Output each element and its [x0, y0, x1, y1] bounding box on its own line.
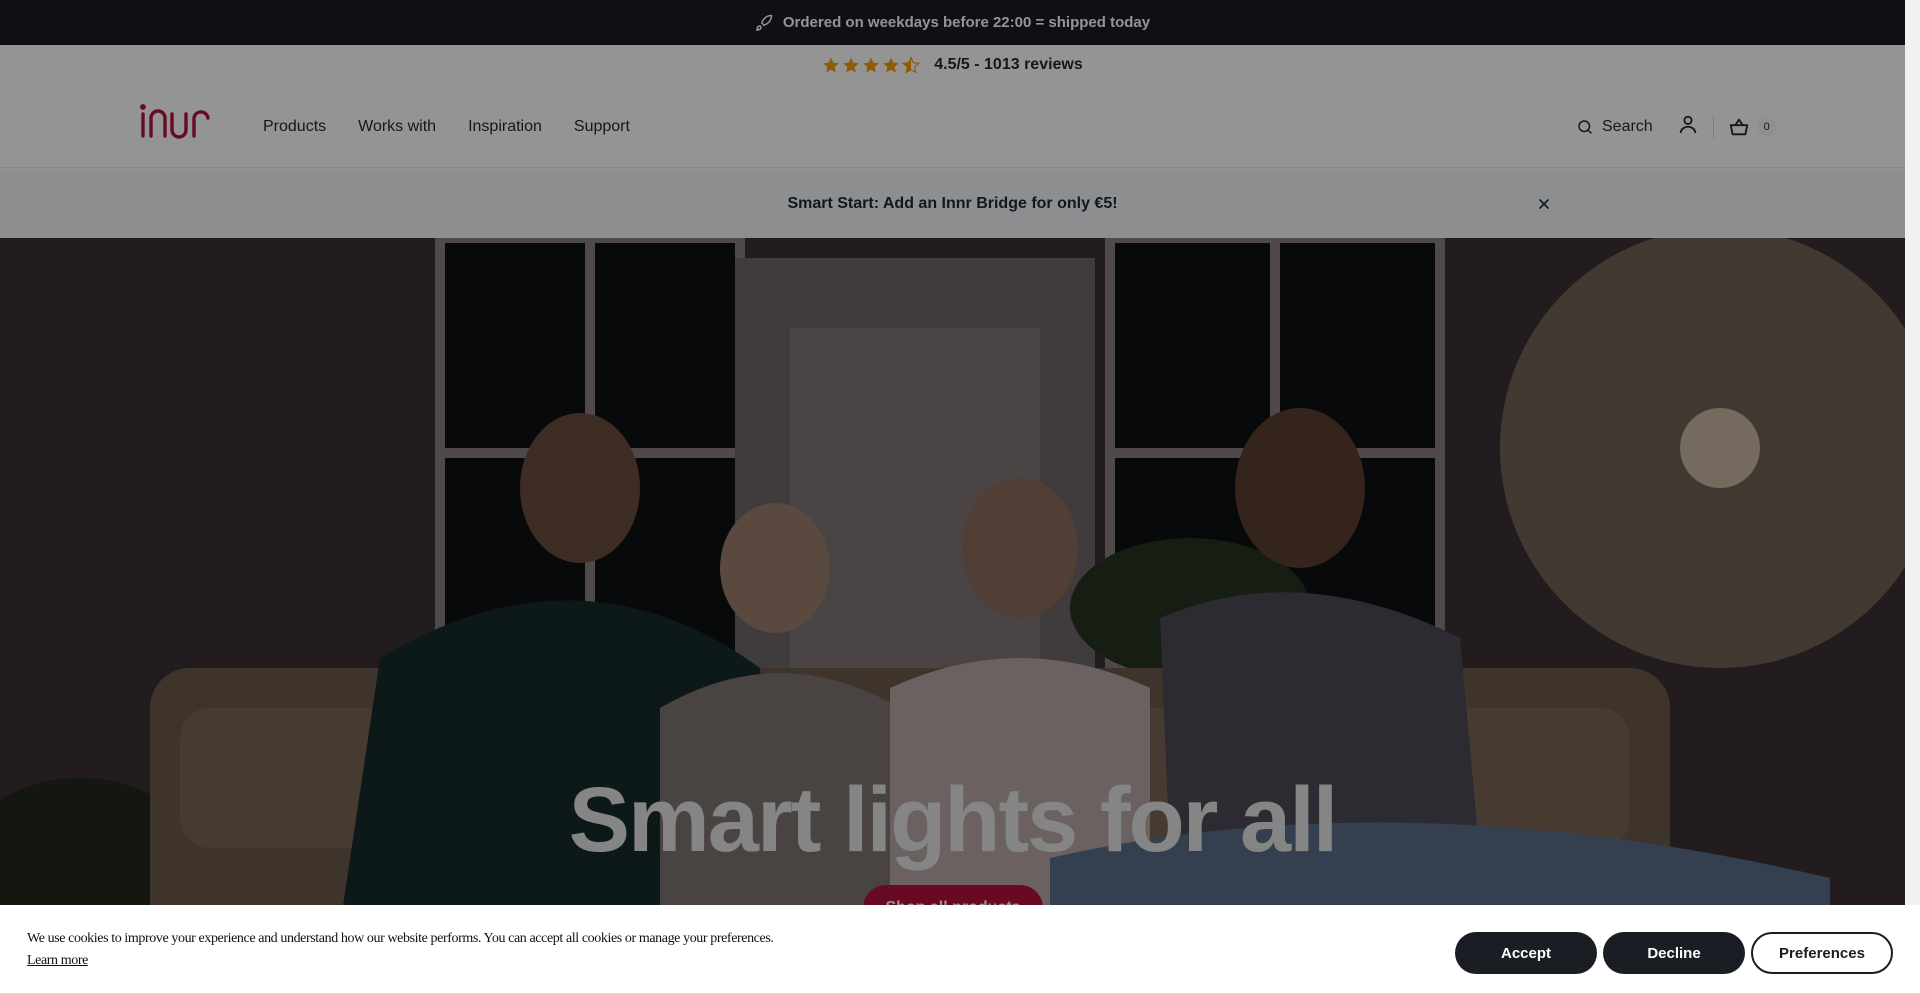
nav-works-with[interactable]: Works with — [358, 118, 436, 136]
basket-icon — [1729, 118, 1748, 135]
search-icon — [1578, 119, 1592, 134]
rating-bar[interactable]: 4.5/5 - 1013 reviews — [0, 45, 1905, 85]
promo-bar: Smart Start: Add an Innr Bridge for only… — [0, 169, 1905, 239]
user-icon — [1679, 115, 1696, 134]
main-nav: Products Works with Inspiration Support — [263, 85, 630, 168]
star-icon — [863, 57, 880, 73]
decline-button[interactable]: Decline — [1603, 932, 1745, 974]
search-label: Search — [1602, 117, 1653, 135]
promo-text[interactable]: Smart Start: Add an Innr Bridge for only… — [787, 195, 1117, 213]
learn-more-link[interactable]: Learn more — [27, 953, 88, 969]
star-icon — [823, 57, 840, 73]
hero-image — [0, 238, 1905, 993]
innr-logo[interactable] — [139, 104, 215, 140]
star-icon — [843, 57, 860, 73]
account-button[interactable] — [1677, 113, 1699, 140]
star-icon — [883, 57, 900, 73]
accept-button[interactable]: Accept — [1455, 932, 1597, 974]
nav-support[interactable]: Support — [574, 118, 630, 136]
site-header: Products Works with Inspiration Support … — [0, 85, 1905, 168]
hero-title: Smart lights for all — [568, 769, 1339, 871]
preferences-button[interactable]: Preferences — [1751, 932, 1893, 974]
nav-inspiration[interactable]: Inspiration — [468, 118, 542, 136]
rating-stars — [822, 56, 921, 74]
cookie-banner: We use cookies to improve your experienc… — [0, 905, 1920, 993]
close-icon[interactable] — [1536, 196, 1552, 212]
search-button[interactable]: Search — [1576, 118, 1653, 136]
cart-count-badge: 0 — [1757, 117, 1776, 136]
scrollbar[interactable] — [1905, 0, 1920, 993]
cookie-message: We use cookies to improve your experienc… — [27, 931, 774, 946]
star-half-icon — [902, 56, 921, 74]
nav-products[interactable]: Products — [263, 118, 326, 136]
cart-button[interactable]: 0 — [1728, 116, 1776, 138]
header-tools: Search 0 — [1576, 85, 1776, 168]
announcement-text: Ordered on weekdays before 22:00 = shipp… — [782, 14, 1151, 31]
rocket-icon — [755, 14, 773, 32]
rating-text[interactable]: 4.5/5 - 1013 reviews — [934, 56, 1083, 74]
header-divider — [1712, 115, 1714, 138]
announcement-bar: Ordered on weekdays before 22:00 = shipp… — [0, 0, 1905, 45]
hero-section: Smart lights for all Shop all products — [0, 238, 1905, 993]
